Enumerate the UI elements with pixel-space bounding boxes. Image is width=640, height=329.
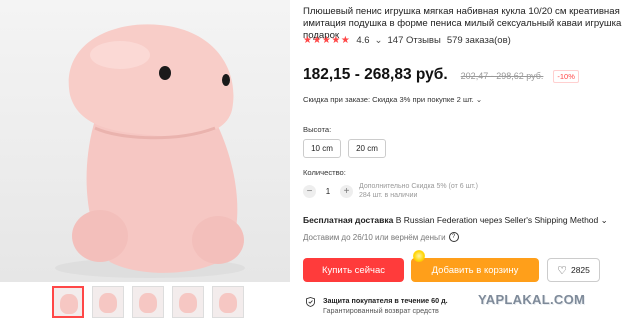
quantity-plus-button[interactable]: + [340, 184, 353, 198]
buy-now-button[interactable]: Купить сейчас [303, 258, 404, 282]
protection-title: Защита покупателя в течение 60 д. [323, 296, 448, 305]
wishlist-button[interactable]: ♡ 2825 [547, 258, 600, 282]
bulk-discount: Дополнительно Скидка 5% (от 6 шт.) [359, 183, 478, 190]
buyer-protection: Защита покупателя в течение 60 д. Гарант… [306, 296, 448, 315]
order-discount[interactable]: Скидка при заказе: Скидка 3% при покупке… [303, 95, 482, 104]
reviews-link[interactable]: 147 Отзывы [388, 35, 441, 46]
thumbnail-3[interactable] [132, 286, 164, 318]
discount-badge: -10% [553, 70, 579, 83]
thumbnail-strip [52, 286, 244, 318]
delivery-info[interactable]: Бесплатная доставка В Russian Federation… [303, 215, 608, 226]
add-to-cart-button[interactable]: Добавить в корзину [411, 258, 539, 282]
watermark: YAPLAKAL.COM [478, 292, 586, 307]
price-row: 182,15 - 268,83 руб. 202,47 - 298,62 руб… [303, 66, 579, 84]
quantity-minus-button[interactable]: − [303, 184, 316, 198]
wishlist-count: 2825 [570, 265, 590, 275]
thumbnail-1[interactable] [52, 286, 84, 318]
height-label: Высота: [303, 125, 332, 134]
question-icon[interactable]: ? [448, 232, 459, 242]
thumbnail-2[interactable] [92, 286, 124, 318]
delivery-guarantee: Доставим до 26/10 или вернём деньги ? [303, 232, 459, 242]
thumbnail-5[interactable] [212, 286, 244, 318]
rating-value: 4.6 [356, 35, 370, 46]
old-price: 202,47 - 298,62 руб. [460, 71, 544, 81]
height-option-20cm[interactable]: 20 cm [348, 139, 386, 158]
quantity-value[interactable]: 1 [316, 187, 340, 196]
delivery-guarantee-text: Доставим до 26/10 или вернём деньги [303, 232, 446, 242]
current-price: 182,15 - 268,83 руб. [303, 66, 448, 83]
thumbnail-4[interactable] [172, 286, 204, 318]
quantity-label: Количество: [303, 168, 346, 177]
heart-icon: ♡ [557, 264, 567, 277]
height-option-10cm[interactable]: 10 cm [303, 139, 341, 158]
free-delivery: Бесплатная доставка [303, 215, 394, 225]
delivery-method: В Russian Federation через Seller's Ship… [393, 215, 608, 225]
protection-subtitle: Гарантированный возврат средств [323, 305, 439, 315]
plush-toy-image [55, 24, 245, 278]
cursor-highlight [413, 250, 425, 262]
star-icon: ★★★★★ [303, 35, 351, 46]
stock-count: 284 шт. в наличии [359, 192, 418, 199]
product-main-image[interactable] [0, 0, 290, 282]
quantity-stepper: − 1 + Дополнительно Скидка 5% (от 6 шт.)… [303, 182, 478, 200]
rating-caret[interactable]: ⌄ [375, 35, 383, 46]
shield-icon [306, 297, 315, 307]
orders-count: 579 заказа(ов) [446, 35, 511, 46]
quantity-info: Дополнительно Скидка 5% (от 6 шт.) 284 ш… [359, 182, 478, 200]
rating-row: ★★★★★ 4.6 ⌄ 147 Отзывы 579 заказа(ов) [303, 35, 511, 46]
